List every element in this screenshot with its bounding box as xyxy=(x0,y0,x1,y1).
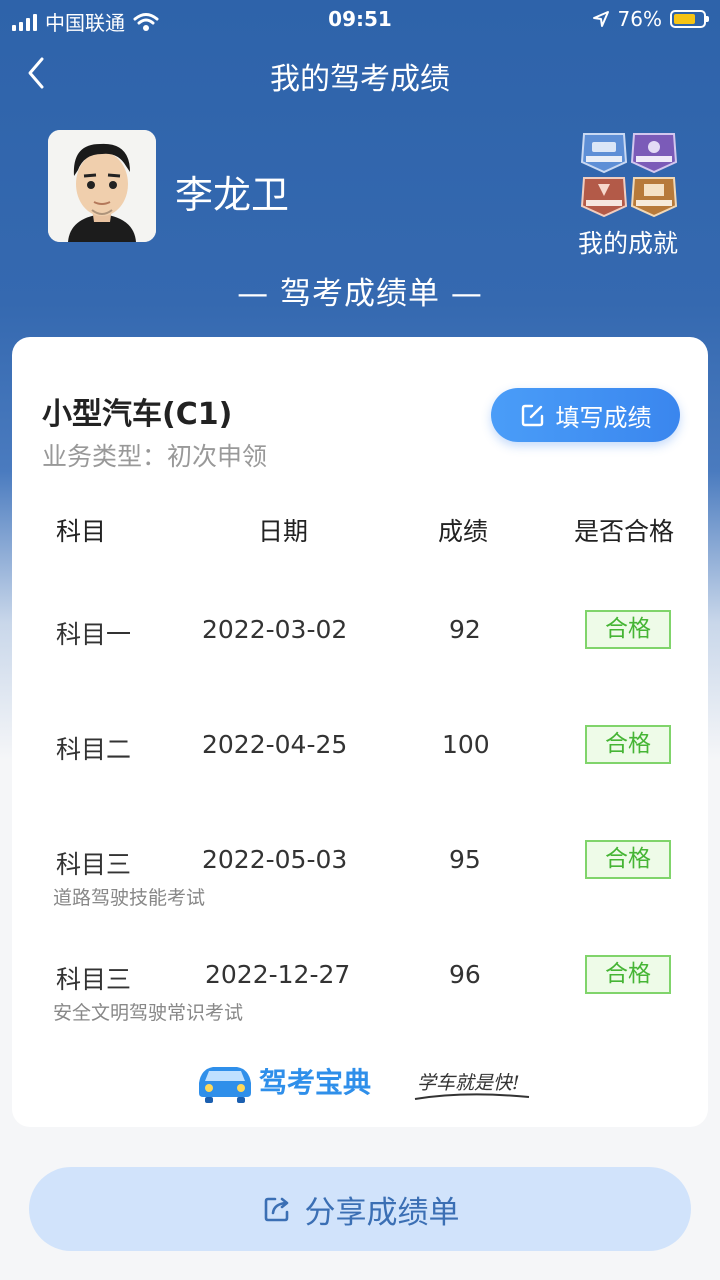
edit-icon xyxy=(521,404,543,427)
badge-100-icon xyxy=(580,133,628,174)
brand-slogan: 学车就是快! xyxy=(417,1072,520,1094)
row-subject: 科目三 xyxy=(56,965,132,994)
row-date: 2022-03-02 xyxy=(202,615,348,644)
share-score-button[interactable]: 分享成绩单 xyxy=(29,1167,691,1251)
pass-badge: 合格 xyxy=(585,725,671,764)
row-subject: 科目二 xyxy=(56,735,132,764)
car-icon xyxy=(199,1067,251,1103)
section-title: — 驾考成绩单 — xyxy=(237,276,483,312)
battery-percent: 76% xyxy=(617,7,662,31)
battery-icon xyxy=(670,10,709,28)
header-score: 成绩 xyxy=(438,517,489,546)
share-icon xyxy=(264,1197,288,1222)
pass-badge: 合格 xyxy=(585,840,671,879)
share-score-label: 分享成绩单 xyxy=(304,1194,460,1231)
location-arrow-icon xyxy=(592,11,609,27)
row-note: 安全文明驾驶常识考试 xyxy=(53,1002,244,1024)
row-score: 95 xyxy=(449,845,481,874)
pass-badge: 合格 xyxy=(585,610,671,649)
brand-logo: 驾考宝典 学车就是快! xyxy=(199,1066,530,1103)
avatar[interactable] xyxy=(48,130,156,242)
achievement-badges-icon[interactable] xyxy=(578,132,682,218)
header-subject: 科目 xyxy=(56,517,107,546)
row-subject: 科目一 xyxy=(56,620,132,649)
row-score: 92 xyxy=(449,615,481,644)
user-name: 李龙卫 xyxy=(175,173,290,217)
brand-name: 驾考宝典 xyxy=(259,1066,371,1099)
score-card: 小型汽车(C1) 业务类型：初次申领 填写成绩 科目 日期 成绩 是否合格 科目… xyxy=(12,337,708,1127)
header-date: 日期 xyxy=(258,517,309,546)
header-pass: 是否合格 xyxy=(574,517,675,546)
row-subject: 科目三 xyxy=(56,850,132,879)
badge-subject4-icon xyxy=(630,177,678,218)
row-score: 100 xyxy=(442,730,490,759)
row-date: 2022-12-27 xyxy=(205,960,351,989)
vehicle-type: 小型汽车(C1) xyxy=(42,397,233,432)
fill-score-button[interactable]: 填写成绩 xyxy=(491,388,680,442)
business-type: 业务类型：初次申领 xyxy=(42,442,268,471)
row-note: 道路驾驶技能考试 xyxy=(53,887,206,909)
row-score: 96 xyxy=(449,960,481,989)
page-title: 我的驾考成绩 xyxy=(270,62,450,97)
avatar-illustration xyxy=(48,130,156,242)
badge-p-icon xyxy=(630,133,678,174)
badge-subject3-icon xyxy=(580,177,628,218)
row-date: 2022-05-03 xyxy=(202,845,348,874)
achievements-label[interactable]: 我的成就 xyxy=(560,224,696,260)
fill-score-label: 填写成绩 xyxy=(555,403,652,432)
row-date: 2022-04-25 xyxy=(202,730,348,759)
status-bar: 中国联通 09:51 76% xyxy=(0,0,720,38)
pass-badge: 合格 xyxy=(585,955,671,994)
